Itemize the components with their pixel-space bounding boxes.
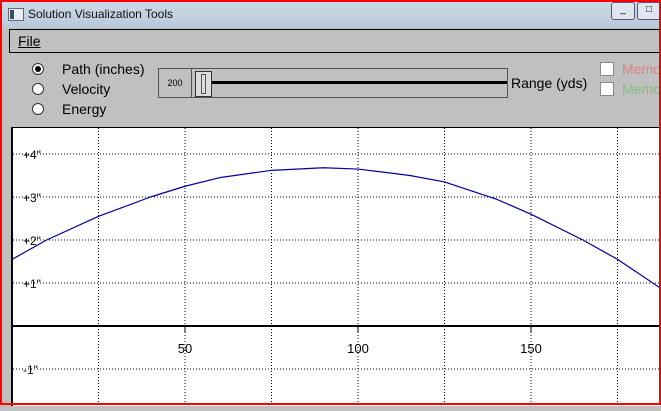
menu-bar: File xyxy=(9,29,661,53)
radio-dot[interactable] xyxy=(32,63,44,75)
radio-velocity[interactable]: Velocity xyxy=(32,81,110,97)
slider-thumb[interactable] xyxy=(195,71,212,97)
y-tick-label: -1" xyxy=(23,363,38,377)
title-bar: Solution Visualization Tools _ □ xyxy=(0,0,661,28)
range-slider[interactable]: 200 xyxy=(158,68,508,98)
checkbox-box[interactable] xyxy=(600,62,614,76)
chart-svg: +4" +3" +2" +1" -1" 50 100 150 xyxy=(11,128,661,406)
radio-path[interactable]: Path (inches) xyxy=(32,61,144,77)
x-tick-label: 50 xyxy=(178,341,192,356)
minimize-button[interactable]: _ xyxy=(611,2,635,20)
y-tick-label: +4" xyxy=(23,148,41,162)
radio-dot[interactable] xyxy=(32,83,44,95)
path-chart: +4" +3" +2" +1" -1" 50 100 150 xyxy=(11,127,661,406)
radio-dot[interactable] xyxy=(32,103,44,115)
slider-value: 200 xyxy=(159,69,192,97)
app-icon xyxy=(8,8,24,21)
memo-label-2: Memo xyxy=(622,81,661,97)
radio-label: Path (inches) xyxy=(62,61,145,77)
x-tick-label: 150 xyxy=(520,341,542,356)
maximize-button[interactable]: □ xyxy=(637,2,661,20)
memo-checkbox-2[interactable]: Memo xyxy=(600,81,661,97)
y-tick-label: +1" xyxy=(23,277,41,291)
range-label: Range (yds) xyxy=(511,75,588,91)
radio-label: Velocity xyxy=(62,81,111,97)
series-line-path xyxy=(11,167,661,290)
y-tick-label: +3" xyxy=(23,191,41,205)
checkbox-box[interactable] xyxy=(600,82,614,96)
y-tick-label: +2" xyxy=(23,234,41,248)
x-tick-label: 100 xyxy=(347,341,369,356)
window-title: Solution Visualization Tools xyxy=(28,7,173,21)
radio-label: Energy xyxy=(62,101,107,117)
memo-label-1: Memo xyxy=(622,61,661,77)
radio-energy[interactable]: Energy xyxy=(32,101,106,117)
slider-track[interactable] xyxy=(195,81,507,84)
menu-file[interactable]: File xyxy=(18,33,41,49)
memo-checkbox-1[interactable]: Memo xyxy=(600,61,661,77)
